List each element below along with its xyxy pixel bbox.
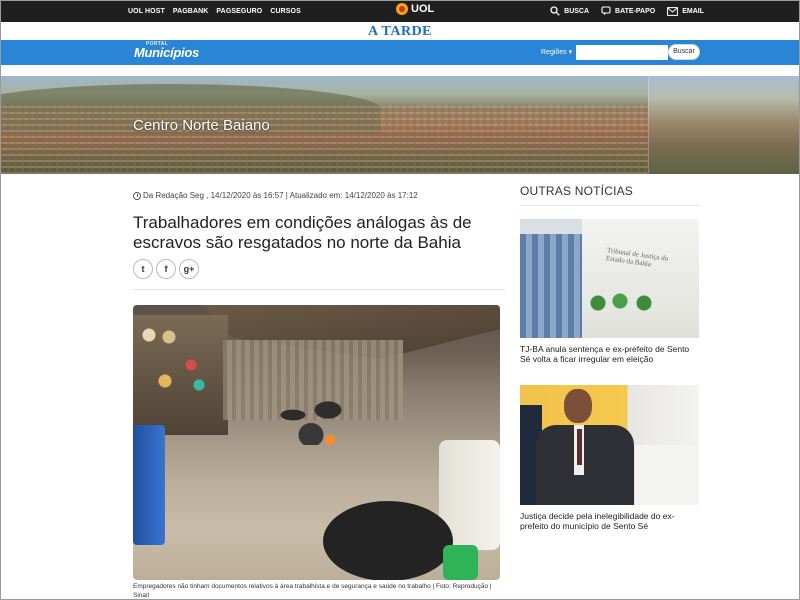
portal-logo-small: PORTAL [146,41,168,47]
masthead: A TARDE [0,22,800,40]
uol-logo-icon [396,3,408,15]
photo-blue-barrel [133,425,165,545]
googleplus-share-button[interactable]: g+ [179,259,199,279]
photo-fire [323,435,337,445]
portrait-suit [536,425,634,505]
article-meta: Da Redação Seg , 14/12/2020 às 16:57 | A… [133,191,418,200]
busca-button[interactable]: BUSCA [550,6,589,16]
portrait-person [534,385,634,505]
regioes-label: Regiões [541,49,567,56]
uol-logo[interactable]: UOL [396,3,434,15]
masthead-title[interactable]: A TARDE [368,24,432,39]
share-buttons: t f g+ [133,259,199,279]
googleplus-icon: g+ [183,264,195,274]
photo-pots [273,385,363,445]
news-card-2-image[interactable] [520,385,699,505]
chat-icon [601,6,611,16]
twitter-icon: t [141,264,145,274]
news-card-1-title[interactable]: TJ-BA anula sentença e ex-prefeito de Se… [520,344,700,364]
portrait-head [564,389,592,423]
uol-logo-text: UOL [411,3,435,15]
photo-caption: Empregadores não tinham documentos relat… [133,583,492,599]
news-card-2-title[interactable]: Justiça decide pela inelegibilidade do e… [520,511,700,531]
uol-link-cursos[interactable]: CURSOS [270,8,301,15]
bate-papo-button[interactable]: BATE-PAPO [601,6,655,16]
clock-icon [133,191,141,200]
portrait-tie [577,429,582,465]
article-photo[interactable] [133,305,500,580]
email-label: EMAIL [682,7,704,15]
bate-papo-label: BATE-PAPO [615,7,656,15]
portal-nav: PORTAL Municípios Regiões ▾ Buscar [0,40,800,65]
portal-municipios-logo[interactable]: PORTAL Municípios [134,41,199,60]
uol-link-pagseguro[interactable]: PAGSEGURO [216,8,262,15]
regioes-dropdown[interactable]: Regiões ▾ [541,48,572,56]
uol-right-tools: BUSCA BATE-PAPO EMAIL [550,0,704,22]
search-icon [550,6,560,16]
region-banner: Centro Norte Baiano [0,76,800,174]
twitter-share-button[interactable]: t [133,259,153,279]
facebook-share-button[interactable]: f [156,259,176,279]
building-glass [520,234,582,338]
chevron-down-icon: ▾ [566,49,573,56]
article-meta-text: Da Redação Seg , 14/12/2020 às 16:57 | A… [143,191,418,200]
region-title: Centro Norte Baiano [133,117,270,134]
search-button[interactable]: Buscar [668,44,700,60]
email-button[interactable]: EMAIL [667,6,704,16]
photo-shelf-items [139,325,219,395]
sidebar-divider [520,205,700,206]
banner-side-photo [648,76,800,174]
news-card-1-image[interactable]: Tribunal de Justiça do Estado da Bahia [520,219,699,338]
building-plants [590,293,670,333]
facebook-icon: f [164,264,168,274]
uol-links: UOL HOST PAGBANK PAGSEGURO CURSOS [128,8,301,15]
uol-link-pagbank[interactable]: PAGBANK [173,8,209,15]
busca-label: BUSCA [564,7,590,15]
uol-top-bar: UOL HOST PAGBANK PAGSEGURO CURSOS UOL BU… [0,0,800,22]
article-divider [133,289,505,290]
photo-black-lid [323,501,453,580]
uol-link-host[interactable]: UOL HOST [128,8,165,15]
search-input[interactable] [576,45,668,60]
portrait-desk [635,445,699,505]
portal-logo-text: Municípios [134,45,199,60]
article-headline: Trabalhadores em condições análogas às d… [133,213,472,252]
mail-icon [667,6,679,16]
sidebar-title: OUTRAS NOTÍCIAS [520,184,634,198]
photo-green-bag [443,545,478,580]
